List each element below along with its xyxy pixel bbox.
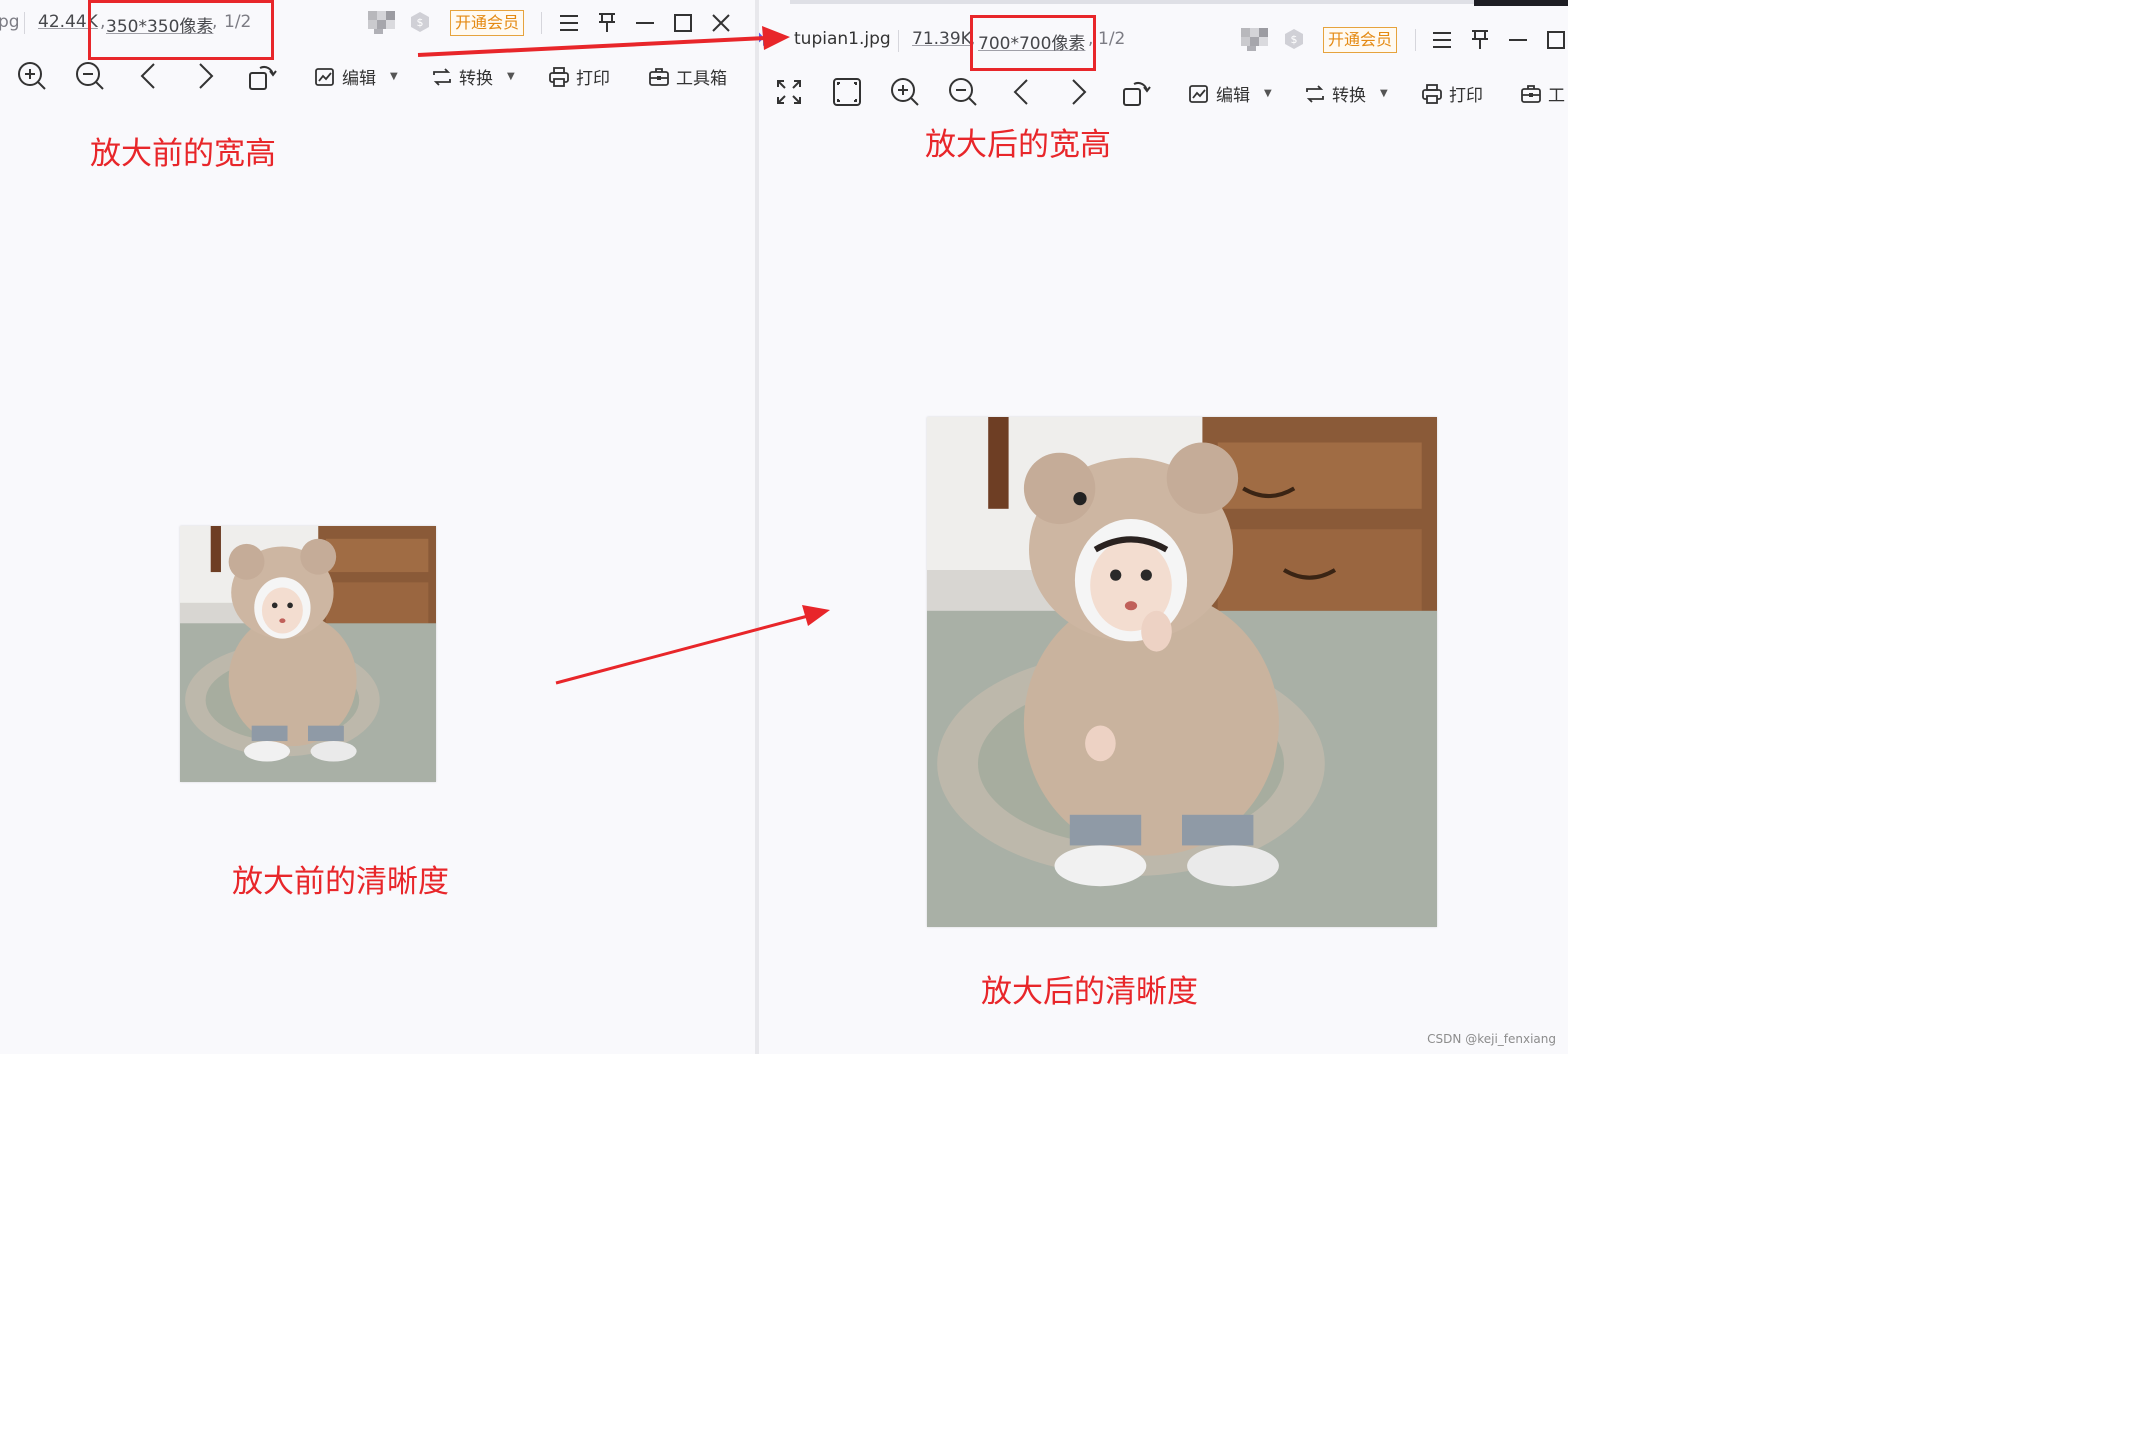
zoom-in-icon[interactable] (889, 76, 921, 108)
filename-fragment: pg (0, 12, 20, 32)
minimize-icon[interactable] (1507, 29, 1529, 51)
size-before-annotation: 放大前的宽高 (90, 136, 276, 172)
pin-icon[interactable] (1469, 28, 1491, 50)
dimensions-highlight-box (88, 0, 274, 60)
toolbox-label: 工 (1548, 86, 1565, 106)
pin-icon[interactable] (596, 11, 618, 33)
close-icon[interactable] (710, 12, 732, 34)
rotate-icon[interactable] (1120, 76, 1152, 108)
dropdown-caret-icon: ▼ (507, 71, 515, 82)
page-indicator: 1/2 (1098, 29, 1126, 49)
zoom-out-icon[interactable] (74, 60, 106, 92)
background-window-edge (790, 0, 1480, 4)
print-icon (1422, 83, 1442, 104)
print-label: 打印 (576, 69, 610, 89)
fit-window-icon[interactable] (832, 77, 862, 107)
toolbox-button[interactable]: 工具箱 (648, 64, 727, 89)
edit-label: 编辑 (342, 69, 376, 89)
dropdown-caret-icon: ▼ (390, 71, 398, 82)
app-logo-icon (759, 28, 783, 46)
sync-badge-icon[interactable]: $ (1283, 28, 1305, 50)
clarity-after-annotation: 放大后的清晰度 (981, 974, 1198, 1010)
title-separator (898, 30, 899, 52)
convert-menu[interactable]: 转换 ▼ (1304, 81, 1388, 106)
vip-membership-button[interactable]: 开通会员 (450, 10, 525, 36)
convert-label: 转换 (459, 69, 493, 89)
print-button[interactable]: 打印 (1421, 81, 1483, 106)
minimize-icon[interactable] (634, 12, 656, 34)
print-icon (549, 66, 569, 87)
print-label: 打印 (1449, 86, 1483, 106)
svg-text:$: $ (417, 16, 424, 29)
toolbox-icon (649, 67, 669, 86)
left-image-viewer: pg 42.44K , 350*350像素 , 1/2 $ 开通会员 编辑 ▼ … (0, 0, 755, 1054)
maximize-icon[interactable] (1545, 29, 1567, 51)
watermark: CSDN @keji_fenxiang (1427, 1032, 1556, 1046)
left-toolbar: 编辑 ▼ 转换 ▼ 打印 工具箱 (0, 54, 755, 98)
title-separator (24, 12, 25, 34)
toolbox-button[interactable]: 工 (1520, 81, 1565, 106)
chevron-left-icon[interactable] (1007, 76, 1035, 108)
size-after-annotation: 放大后的宽高 (925, 127, 1111, 163)
convert-label: 转换 (1332, 86, 1366, 106)
dropdown-caret-icon: ▼ (1264, 88, 1272, 99)
rotate-icon[interactable] (246, 60, 278, 92)
baby-photo-image (927, 417, 1437, 927)
print-button[interactable]: 打印 (548, 64, 610, 89)
chevron-right-icon[interactable] (192, 60, 220, 92)
large-baby-photo (927, 417, 1437, 927)
zoom-out-icon[interactable] (947, 76, 979, 108)
edit-icon (315, 67, 334, 86)
svg-text:$: $ (1291, 33, 1298, 46)
right-image-viewer: tupian1.jpg 71.39K , 700*700像素 , 1/2 $ 开… (759, 0, 1568, 1054)
file-size[interactable]: 71.39K (912, 29, 972, 49)
edit-menu[interactable]: 编辑 ▼ (314, 64, 398, 89)
user-avatar-icon[interactable] (366, 9, 400, 35)
convert-menu[interactable]: 转换 ▼ (431, 64, 515, 89)
dropdown-caret-icon: ▼ (1380, 88, 1388, 99)
menu-icon[interactable] (558, 12, 580, 34)
right-toolbar: 编辑 ▼ 转换 ▼ 打印 工 (759, 72, 1568, 116)
baby-photo-image (180, 526, 436, 782)
toolbox-label: 工具箱 (676, 69, 727, 89)
convert-icon (433, 67, 451, 86)
zoom-in-icon[interactable] (16, 60, 48, 92)
sync-badge-icon[interactable]: $ (409, 11, 431, 33)
convert-icon (1306, 84, 1324, 103)
clarity-before-annotation: 放大前的清晰度 (232, 864, 449, 900)
edit-label: 编辑 (1216, 86, 1250, 106)
title-separator (1415, 29, 1416, 51)
menu-icon[interactable] (1431, 29, 1453, 51)
edit-icon (1189, 84, 1208, 103)
file-name: tupian1.jpg (794, 29, 891, 49)
edit-menu[interactable]: 编辑 ▼ (1188, 81, 1272, 106)
chevron-right-icon[interactable] (1065, 76, 1093, 108)
background-window-edge (1474, 0, 1568, 6)
maximize-icon[interactable] (672, 12, 694, 34)
dimensions-highlight-box (970, 15, 1096, 71)
toolbox-icon (1521, 84, 1541, 103)
title-separator (541, 12, 542, 34)
user-avatar-icon[interactable] (1239, 26, 1273, 52)
fullscreen-icon[interactable] (775, 78, 803, 106)
chevron-left-icon[interactable] (134, 60, 162, 92)
small-baby-photo (180, 526, 436, 782)
vip-membership-button[interactable]: 开通会员 (1323, 27, 1398, 53)
right-title-bar: tupian1.jpg 71.39K , 700*700像素 , 1/2 $ 开… (759, 18, 1568, 64)
